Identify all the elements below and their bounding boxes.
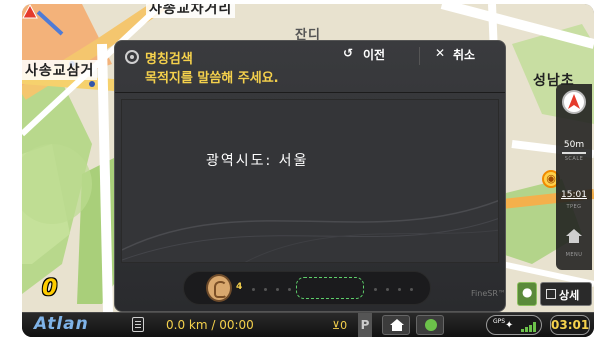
map-side-panel: 50m SCALE 15:01 TPEG MENU [556, 84, 592, 270]
zoom-level-indicator: 0 [42, 276, 58, 301]
detail-label: 상세 [559, 289, 580, 302]
dialog-header: 명칭검색 목적지를 말씀해 주세요. ↺ 이전 ✕ 취소 [115, 41, 505, 93]
signal-count: 0 [340, 319, 348, 332]
scale-caption: SCALE [564, 156, 584, 162]
recognition-result-panel: 광역시도: 서울 [121, 99, 499, 263]
tpeg-time-button[interactable]: 15:01 [556, 190, 592, 200]
map-label-intersection-left: 사송교삼거 [22, 60, 98, 80]
gps-label: GPS [493, 318, 506, 325]
satellite-icon: ✦ [505, 320, 514, 331]
voice-search-dialog: 명칭검색 목적지를 말씀해 주세요. ↺ 이전 ✕ 취소 광역시도: 서울 4 [114, 40, 506, 312]
prev-label: 이전 [363, 48, 386, 62]
signal-bars-icon [521, 322, 537, 332]
traffic-icon [425, 319, 437, 331]
map-label-intersection-top: 사송교차거리 [146, 4, 236, 18]
detail-checkbox[interactable] [546, 289, 556, 299]
route-list-icon[interactable] [132, 317, 144, 332]
voice-level-meter: 4 [183, 271, 431, 305]
scale-value: 50m [563, 140, 585, 150]
level-dot [276, 288, 279, 291]
poi-warning-icon[interactable] [22, 4, 38, 20]
cancel-button[interactable]: ✕ 취소 [423, 43, 503, 67]
back-icon: ↺ [343, 46, 354, 60]
home-button[interactable] [382, 315, 410, 335]
ear-icon [206, 274, 232, 302]
prev-button[interactable]: ↺ 이전 [333, 43, 413, 67]
home-icon [566, 229, 582, 243]
traffic-button[interactable] [416, 315, 444, 335]
menu-caption: MENU [565, 252, 583, 258]
tpeg-caption: TPEG [566, 204, 582, 210]
engine-label: FineSR™ [471, 289, 506, 298]
navigation-screen: 사송교차거리 사송교삼거 성남초 잔디 ◉ 0 50m SCALE 15:01 … [22, 4, 594, 337]
level-dot [252, 288, 255, 291]
distance-time-readout: 0.0 km / 00:00 [166, 318, 254, 332]
gps-status[interactable]: GPS ✦ [486, 315, 542, 335]
microphone-icon: ● [522, 285, 533, 299]
voice-level-value: 4 [236, 282, 243, 292]
detail-toggle-button[interactable]: 상세 [540, 282, 592, 306]
status-bar: Atlan 0.0 km / 00:00 ⊻0 P GPS ✦ 03:01 [22, 312, 594, 337]
voice-level-target [296, 277, 364, 299]
scale-bar [562, 152, 586, 154]
level-dot [374, 288, 377, 291]
cancel-label: 취소 [453, 48, 476, 62]
level-dot [410, 288, 413, 291]
level-dot [386, 288, 389, 291]
signal-indicator: ⊻0 [332, 319, 348, 332]
parking-badge[interactable]: P [358, 313, 372, 337]
clock: 03:01 [550, 315, 590, 335]
radio-icon [125, 50, 139, 64]
panel-sheen [122, 199, 498, 262]
compass-icon[interactable] [562, 90, 586, 114]
level-dot [398, 288, 401, 291]
dialog-prompt: 목적지를 말씀해 주세요. [145, 71, 279, 86]
dialog-title: 명칭검색 [145, 52, 193, 67]
level-dot [288, 288, 291, 291]
header-divider [419, 47, 420, 65]
level-dot [264, 288, 267, 291]
close-icon: ✕ [435, 46, 446, 60]
brand-logo: Atlan [34, 314, 89, 334]
recognized-text: 광역시도: 서울 [206, 153, 309, 169]
voice-input-button[interactable]: ● [517, 282, 537, 306]
house-icon [390, 319, 404, 331]
